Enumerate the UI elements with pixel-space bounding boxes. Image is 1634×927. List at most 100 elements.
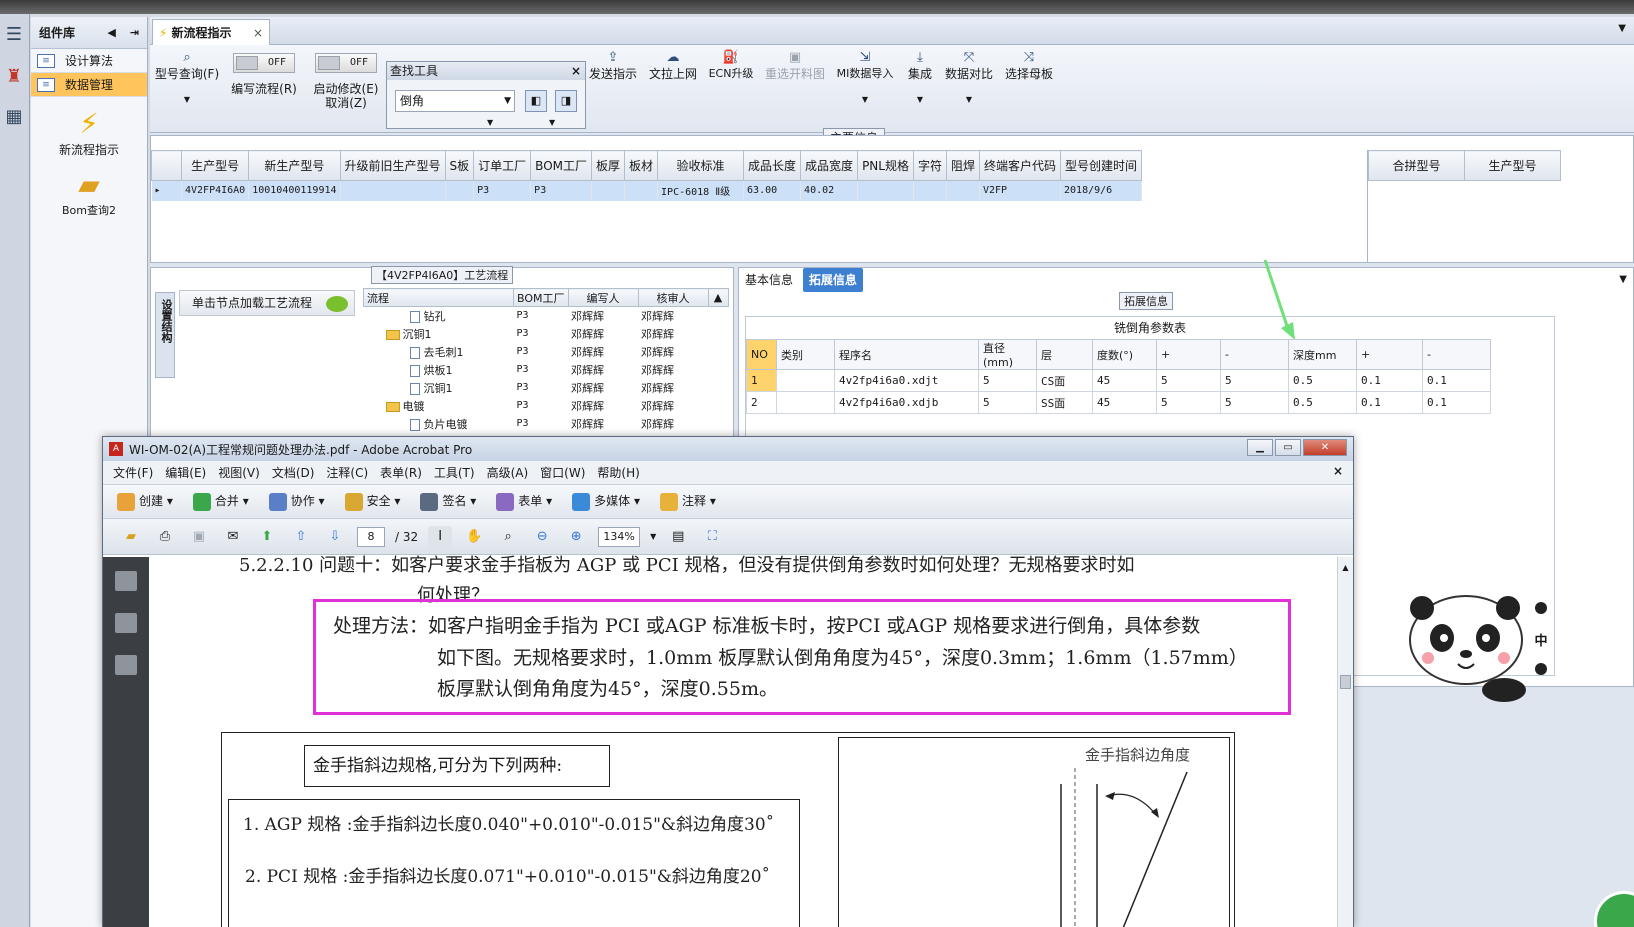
column-header[interactable]: 生产型号 bbox=[1464, 150, 1561, 181]
tree-node[interactable]: 钻孔 bbox=[364, 307, 514, 325]
tree-row[interactable]: 钻孔 P3 邓辉辉 邓辉辉 bbox=[364, 307, 729, 325]
column-header[interactable]: 成品宽度 bbox=[800, 150, 859, 181]
column-header[interactable]: PNL规格 bbox=[857, 150, 914, 181]
menu-item[interactable]: 表单(R) bbox=[380, 464, 422, 481]
ecn-upgrade-button[interactable]: ⛽ ECN升级 bbox=[706, 49, 756, 81]
menu-item[interactable]: 帮助(H) bbox=[597, 464, 639, 481]
tree-row[interactable]: 烘板1 P3 邓辉辉 邓辉辉 bbox=[364, 361, 729, 379]
column-header[interactable]: 板材 bbox=[624, 150, 659, 181]
table-cell[interactable]: 2018/9/6 bbox=[1060, 180, 1143, 201]
column-header[interactable]: 流程 bbox=[363, 288, 514, 307]
menu-icon[interactable]: ☰ bbox=[2, 24, 26, 48]
column-header[interactable]: 型号创建时间 bbox=[1060, 150, 1143, 181]
collapse-left-icon[interactable]: ◀ bbox=[107, 26, 115, 39]
column-header[interactable]: 度数(°) bbox=[1092, 339, 1157, 370]
task-button[interactable]: 注释 ▾ bbox=[660, 492, 716, 511]
tree-node[interactable]: 烘板1 bbox=[364, 361, 514, 379]
column-header[interactable]: BOM工厂 bbox=[530, 150, 592, 181]
chevron-down-icon[interactable]: ▼ bbox=[1618, 23, 1626, 34]
publish-online-button[interactable]: ☁ 文拉上网 bbox=[646, 49, 700, 81]
table-cell[interactable]: 2 bbox=[746, 391, 777, 414]
menu-item[interactable]: 视图(V) bbox=[218, 464, 260, 481]
table-cell[interactable]: 0.1 bbox=[1422, 391, 1491, 414]
chevron-down-icon[interactable]: ▼ bbox=[650, 532, 656, 541]
sidebar-item-data-management[interactable]: ≡ 数据管理 bbox=[31, 73, 147, 97]
table-cell[interactable]: 40.02 bbox=[800, 180, 859, 201]
column-header[interactable]: 字符 bbox=[912, 150, 947, 181]
table-cell[interactable]: 4V2FP4I6A0 bbox=[181, 180, 250, 201]
bookmarks-icon[interactable] bbox=[115, 613, 137, 633]
table-cell[interactable] bbox=[624, 180, 659, 201]
share-icon[interactable]: ⬆ bbox=[255, 526, 279, 548]
page-up-icon[interactable]: ⇧ bbox=[289, 526, 313, 548]
tree-row[interactable]: 电镀 P3 邓辉辉 邓辉辉 bbox=[364, 397, 729, 415]
menu-item[interactable]: 高级(A) bbox=[487, 464, 529, 481]
menu-item[interactable]: 文件(F) bbox=[113, 464, 153, 481]
zoom-input[interactable]: 134% bbox=[598, 526, 641, 547]
column-header[interactable]: 终端客户代码 bbox=[978, 150, 1062, 181]
table-cell[interactable]: V2FP bbox=[979, 180, 1062, 201]
chevron-down-icon[interactable]: ▼ bbox=[487, 118, 493, 127]
column-header[interactable]: 阻焊 bbox=[945, 150, 981, 181]
task-button[interactable]: 合并 ▾ bbox=[192, 492, 249, 511]
column-header[interactable]: 订单工厂 bbox=[473, 150, 532, 181]
tree-row[interactable]: 沉铜1 P3 邓辉辉 邓辉辉 bbox=[364, 379, 729, 397]
tab-basic-info[interactable]: 基本信息 bbox=[739, 268, 799, 292]
table-cell[interactable]: 45 bbox=[1092, 369, 1157, 392]
column-header[interactable]: 合拼型号 bbox=[1368, 150, 1465, 181]
column-header[interactable]: + bbox=[1156, 339, 1221, 370]
auto-edit-toggle[interactable]: OFF 启动修改(E) 取消(Z) bbox=[308, 53, 384, 110]
column-header[interactable]: 直径(mm) bbox=[978, 339, 1037, 370]
task-button[interactable]: 协作 ▾ bbox=[268, 492, 325, 511]
table-cell[interactable]: 10010400119914 bbox=[248, 180, 341, 201]
table-cell[interactable]: 0.5 bbox=[1288, 391, 1357, 414]
column-header[interactable]: - bbox=[1422, 339, 1491, 370]
edit-flow-toggle[interactable]: OFF 编写流程(R) bbox=[226, 53, 302, 96]
table-cell[interactable]: 45 bbox=[1092, 391, 1157, 414]
maximize-icon[interactable]: ▭ bbox=[1275, 439, 1301, 456]
print-icon[interactable]: ⎙ bbox=[153, 526, 177, 548]
tab-new-flow[interactable]: ⚡ 新流程指示 × bbox=[152, 19, 270, 45]
table-cell[interactable] bbox=[340, 180, 446, 201]
save-icon[interactable]: ▣ bbox=[187, 526, 211, 548]
column-header[interactable]: BOM工厂 bbox=[513, 288, 569, 307]
table-cell[interactable]: 0.1 bbox=[1356, 391, 1423, 414]
tree-node[interactable]: 沉铜1 bbox=[364, 325, 514, 343]
tree-node[interactable]: 去毛刺1 bbox=[364, 343, 514, 361]
email-icon[interactable]: ✉ bbox=[221, 526, 245, 548]
column-header[interactable]: NO bbox=[746, 339, 777, 370]
mi-data-import-button[interactable]: ⇲ MI数据导入 ▼ bbox=[834, 49, 896, 107]
zoom-out-icon[interactable]: ⊖ bbox=[530, 526, 554, 548]
factory-icon[interactable]: ♜ bbox=[2, 66, 26, 90]
table-cell[interactable]: 1 bbox=[746, 369, 777, 392]
menu-item[interactable]: 文档(D) bbox=[272, 464, 315, 481]
zoom-in-icon[interactable]: ⊕ bbox=[564, 526, 588, 548]
table-cell[interactable] bbox=[776, 391, 835, 414]
table-cell[interactable]: 5 bbox=[1156, 391, 1221, 414]
signatures-icon[interactable] bbox=[115, 655, 137, 675]
table-cell[interactable] bbox=[591, 180, 626, 201]
table-row[interactable]: 1 4v2fp4i6a0.xdjt 5 CS面 45 5 5 0.5 0.1 0.1 bbox=[746, 369, 1491, 392]
pin-icon[interactable]: ⇥ bbox=[130, 26, 139, 39]
close-doc-icon[interactable]: × bbox=[1333, 464, 1343, 478]
send-instruction-button[interactable]: ⇪ 发送指示 bbox=[588, 49, 638, 81]
cancel-label[interactable]: 取消(Z) bbox=[308, 96, 384, 110]
column-header[interactable]: 核审人 bbox=[637, 288, 709, 307]
menu-item[interactable]: 窗口(W) bbox=[540, 464, 585, 481]
chevron-down-icon[interactable]: ▼ bbox=[1619, 274, 1627, 285]
tree-row[interactable]: 沉铜1 P3 邓辉辉 邓辉辉 bbox=[364, 325, 729, 343]
bom-query-launcher[interactable]: ▰ Bom查询2 bbox=[31, 168, 147, 218]
table-cell[interactable]: 5 bbox=[1220, 391, 1289, 414]
tree-node[interactable]: 负片电镀 bbox=[364, 415, 514, 433]
table-row[interactable]: 2 4v2fp4i6a0.xdjb 5 SS面 45 5 5 0.5 0.1 0.1 bbox=[746, 391, 1491, 414]
scroll-thumb[interactable] bbox=[1340, 675, 1351, 689]
vertical-scrollbar[interactable]: ▲ bbox=[1337, 557, 1353, 927]
task-button[interactable]: 安全 ▾ bbox=[344, 492, 400, 511]
table-cell[interactable]: CS面 bbox=[1036, 369, 1093, 392]
task-button[interactable]: 签名 ▾ bbox=[420, 492, 476, 511]
table-cell[interactable]: 5 bbox=[1220, 369, 1289, 392]
column-header[interactable]: 板厚 bbox=[590, 150, 626, 181]
task-button[interactable]: 创建 ▾ bbox=[117, 492, 173, 511]
select-text-icon[interactable]: I bbox=[428, 525, 453, 548]
task-button[interactable]: 多媒体 ▾ bbox=[572, 492, 640, 511]
